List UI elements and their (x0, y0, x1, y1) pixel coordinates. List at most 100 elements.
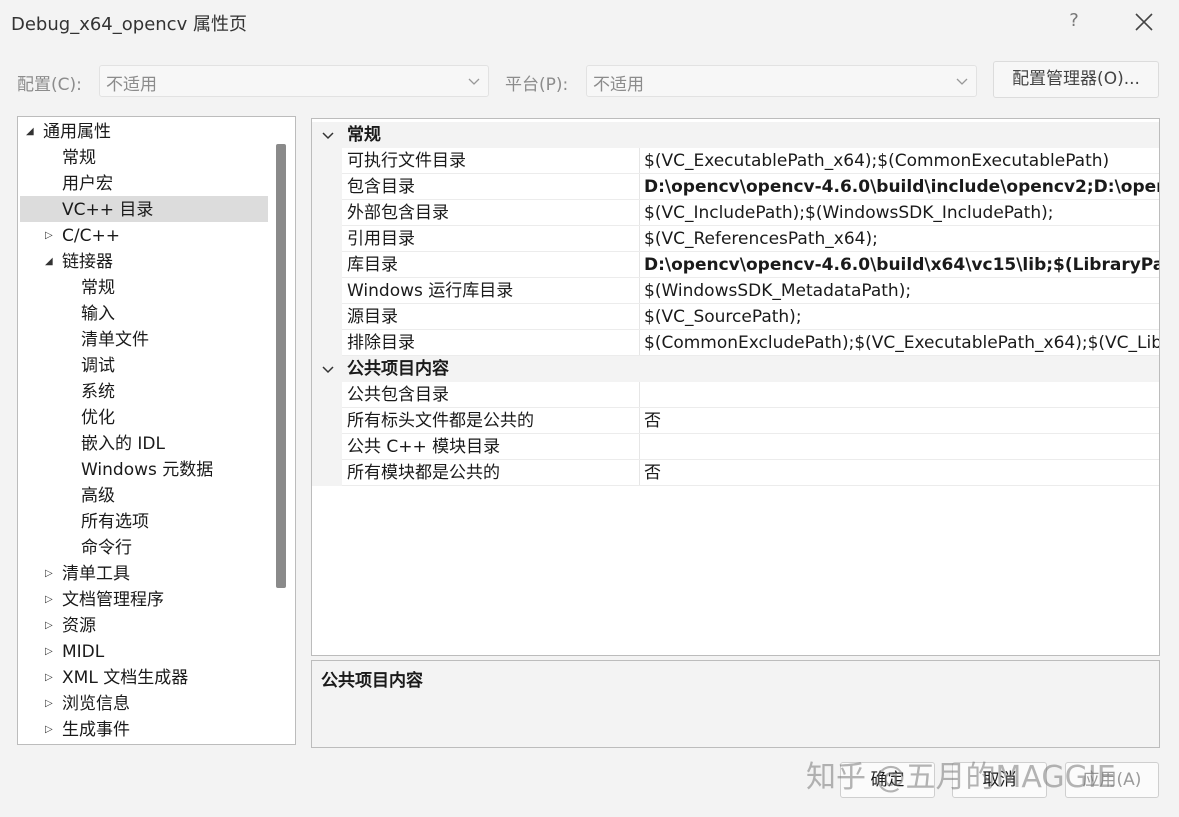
tree-item[interactable]: 调试 (18, 353, 268, 379)
tree-item-label: 通用属性 (43, 119, 111, 145)
chevron-down-icon (956, 76, 968, 86)
property-name: 库目录 (347, 252, 398, 278)
property-grid[interactable]: 常规可执行文件目录$(VC_ExecutablePath_x64);$(Comm… (311, 118, 1160, 656)
chevron-down-icon[interactable] (322, 364, 334, 374)
tree-item[interactable]: ▷文档管理程序 (18, 587, 268, 613)
close-button[interactable] (1130, 8, 1158, 36)
property-tree[interactable]: ◢通用属性常规用户宏VC++ 目录▷C/C++◢链接器常规输入清单文件调试系统优… (17, 116, 296, 745)
tree-item-label: 常规 (81, 275, 115, 301)
chevron-down-icon[interactable] (322, 130, 334, 140)
tree-item-label: 高级 (81, 483, 115, 509)
tree-item[interactable]: ◢ 通用属性 (18, 119, 268, 145)
collapsed-arrow-icon[interactable]: ▷ (45, 587, 55, 613)
title-bar: Debug_x64_opencv 属性页 ? (0, 0, 1179, 46)
grid-row[interactable]: Windows 运行库目录 $(WindowsSDK_MetadataPath); (312, 278, 1159, 304)
grid-row[interactable]: 所有模块都是公共的 否 (312, 460, 1159, 486)
grid-row[interactable]: 可执行文件目录$(VC_ExecutablePath_x64);$(Common… (312, 148, 1159, 174)
grid-row[interactable]: 引用目录 $(VC_ReferencesPath_x64); (312, 226, 1159, 252)
tree-item-label: VC++ 目录 (62, 197, 153, 223)
expanded-arrow-icon[interactable]: ◢ (26, 119, 36, 145)
collapsed-arrow-icon[interactable]: ▷ (45, 561, 55, 587)
property-name: 所有标头文件都是公共的 (347, 408, 534, 434)
property-name: 引用目录 (347, 226, 415, 252)
tree-item[interactable]: ▷ 浏览信息 (18, 691, 268, 717)
tree-item-label: 命令行 (81, 535, 132, 561)
property-name: 外部包含目录 (347, 200, 449, 226)
grid-row[interactable]: 源目录 $(VC_SourcePath); (312, 304, 1159, 330)
config-dropdown[interactable]: 不适用 (99, 65, 489, 97)
configuration-manager-button[interactable]: 配置管理器(O)... (993, 61, 1159, 98)
grid-row[interactable]: 所有标头文件都是公共的 否 (312, 408, 1159, 434)
tree-item[interactable]: 系统 (18, 379, 268, 405)
tree-item-label: 用户宏 (62, 171, 113, 197)
tree-item[interactable]: ▷资源 (18, 613, 268, 639)
collapsed-arrow-icon[interactable]: ▷ (45, 613, 55, 639)
collapsed-arrow-icon[interactable]: ▷ (45, 717, 55, 743)
grid-row[interactable]: 公共 C++ 模块目录 (312, 434, 1159, 460)
grid-row[interactable]: 包含目录 D:\opencv\opencv-4.6.0\build\include… (312, 174, 1159, 200)
property-value[interactable]: $(VC_SourcePath); (644, 304, 802, 330)
tree-scrollbar[interactable] (276, 144, 286, 588)
property-value[interactable]: $(CommonExcludePath);$(VC_ExecutablePath… (644, 330, 1160, 356)
property-value[interactable]: $(VC_ExecutablePath_x64);$(CommonExecuta… (644, 148, 1109, 174)
tree-item[interactable]: ▷ MIDL (18, 639, 268, 665)
grid-category-name: 常规 (347, 122, 381, 148)
property-value[interactable]: 否 (644, 460, 661, 486)
property-name: 所有模块都是公共的 (347, 460, 500, 486)
tree-item[interactable]: ▷ 清单工具 (18, 561, 268, 587)
tree-item[interactable]: VC++ 目录 (18, 197, 268, 223)
description-title: 公共项目内容 (321, 666, 423, 691)
expanded-arrow-icon[interactable]: ◢ (45, 249, 55, 275)
tree-item[interactable]: ◢ 链接器 (18, 249, 268, 275)
tree-item[interactable]: 输入 (18, 301, 268, 327)
tree-item[interactable]: 高级 (18, 483, 268, 509)
property-name: 公共包含目录 (347, 382, 449, 408)
tree-item-label: 链接器 (62, 249, 113, 275)
tree-item[interactable]: ▷ 生成事件 (18, 717, 268, 743)
tree-item-label: C/C++ (62, 223, 120, 249)
tree-item[interactable]: ▷XML 文档生成器 (18, 665, 268, 691)
property-value[interactable]: $(VC_IncludePath);$(WindowsSDK_IncludePa… (644, 200, 1054, 226)
tree-item-label: 浏览信息 (62, 691, 130, 717)
grid-category[interactable]: 常规 (312, 122, 1159, 148)
tree-item-label: 生成事件 (62, 717, 130, 743)
tree-item[interactable]: 所有选项 (18, 509, 268, 535)
tree-item[interactable]: 命令行 (18, 535, 268, 561)
tree-item[interactable]: ▷ C/C++ (18, 223, 268, 249)
tree-item-label: MIDL (62, 639, 104, 665)
help-button[interactable]: ? (1066, 10, 1082, 31)
grid-row[interactable]: 外部包含目录 $(VC_IncludePath);$(WindowsSDK_Inc… (312, 200, 1159, 226)
tree-item-label: 清单工具 (62, 561, 130, 587)
tree-item[interactable]: Windows 元数据 (18, 457, 268, 483)
tree-item[interactable]: 常规 (18, 145, 268, 171)
platform-label: 平台(P): (505, 70, 568, 95)
grid-row[interactable]: 公共包含目录 (312, 382, 1159, 408)
tree-item[interactable]: 嵌入的 IDL (18, 431, 268, 457)
collapsed-arrow-icon[interactable]: ▷ (45, 639, 55, 665)
collapsed-arrow-icon[interactable]: ▷ (45, 665, 55, 691)
grid-category-name: 公共项目内容 (347, 356, 449, 382)
grid-category[interactable]: 公共项目内容 (312, 356, 1159, 382)
property-value[interactable]: D:\opencv\opencv-4.6.0\build\x64\vc15\li… (644, 252, 1160, 278)
property-name: 包含目录 (347, 174, 415, 200)
collapsed-arrow-icon[interactable]: ▷ (45, 691, 55, 717)
tree-item[interactable]: 清单文件 (18, 327, 268, 353)
platform-dropdown-value: 不适用 (593, 75, 644, 95)
property-name: 公共 C++ 模块目录 (347, 434, 500, 460)
grid-row[interactable]: 库目录 D:\opencv\opencv-4.6.0\build\x64\vc15… (312, 252, 1159, 278)
property-value[interactable]: D:\opencv\opencv-4.6.0\build\include\ope… (644, 174, 1160, 200)
property-value[interactable]: $(VC_ReferencesPath_x64); (644, 226, 878, 252)
property-name: Windows 运行库目录 (347, 278, 513, 304)
window-title: Debug_x64_opencv 属性页 (11, 10, 247, 36)
property-name: 源目录 (347, 304, 398, 330)
property-value[interactable]: 否 (644, 408, 661, 434)
tree-item[interactable]: 优化 (18, 405, 268, 431)
property-value[interactable]: $(WindowsSDK_MetadataPath); (644, 278, 911, 304)
tree-item[interactable]: 常规 (18, 275, 268, 301)
tree-item-label: 所有选项 (81, 509, 149, 535)
collapsed-arrow-icon[interactable]: ▷ (45, 223, 55, 249)
tree-item-label: 调试 (81, 353, 115, 379)
tree-item[interactable]: 用户宏 (18, 171, 268, 197)
platform-dropdown[interactable]: 不适用 (586, 65, 977, 97)
grid-row[interactable]: 排除目录$(CommonExcludePath);$(VC_Executable… (312, 330, 1159, 356)
